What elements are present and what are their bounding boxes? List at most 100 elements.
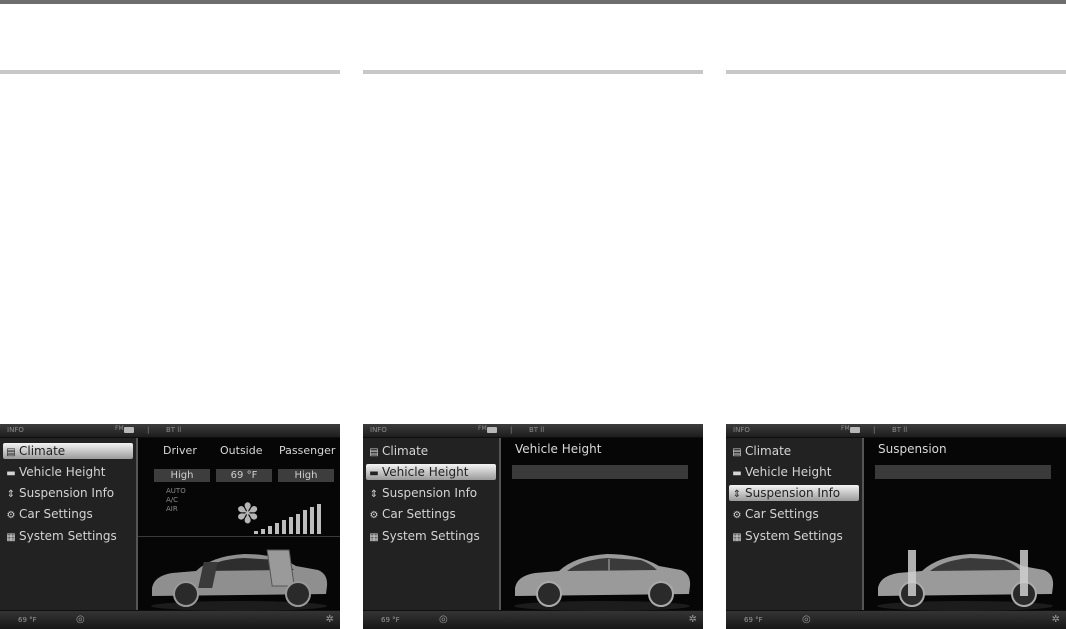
bottom-temp: 69 °F [381, 616, 400, 624]
vehicle-height-panel: Vehicle Height [501, 438, 703, 611]
vehicle-height-screen: INFO FM | BT ll ▤ Climate ▬ Vehicle Height… [363, 424, 703, 629]
status-separator: | [510, 426, 513, 434]
info-label: INFO [370, 426, 387, 434]
auto-indicator: AUTO [166, 487, 186, 495]
fan-speed-bars [254, 504, 326, 534]
bluetooth-label: BT ll [166, 426, 182, 434]
top-divider [0, 0, 1066, 4]
climate-screen: INFO FM | BT ll ▤ Climate ▬ Vehicle Height… [0, 424, 340, 629]
info-label: INFO [7, 426, 24, 434]
column-divider [726, 70, 1066, 74]
menu-item-suspension-info[interactable]: ⇕ Suspension Info [366, 485, 496, 501]
menu-item-label: Vehicle Height [19, 465, 106, 479]
menu-item-label: Suspension Info [745, 486, 841, 500]
menu-item-system-settings[interactable]: ▦ System Settings [366, 528, 496, 544]
status-bar: INFO FM | BT ll [726, 424, 1066, 437]
menu-item-label: Climate [382, 444, 429, 458]
menu-item-vehicle-height[interactable]: ▬ Vehicle Height [729, 464, 859, 480]
menu-item-label: Climate [19, 444, 66, 458]
suspension-panel: Suspension [864, 438, 1066, 611]
status-separator: | [147, 426, 150, 434]
status-bar: INFO FM | BT ll [0, 424, 340, 437]
signal-icon [487, 427, 497, 433]
column-divider [0, 70, 340, 74]
menu-item-suspension-info[interactable]: ⇕ Suspension Info [729, 485, 859, 501]
outside-temp-value: 69 °F [216, 469, 272, 482]
passenger-label: Passenger [279, 444, 336, 457]
fan-bar [275, 523, 279, 534]
menu-item-label: Vehicle Height [382, 465, 469, 479]
car-settings-icon: ⚙ [369, 510, 379, 521]
menu-item-label: System Settings [19, 529, 117, 543]
fan-bar [296, 514, 300, 534]
outside-label: Outside [220, 444, 263, 457]
fan-bar [254, 531, 258, 534]
air-indicator: AIR [166, 505, 178, 513]
fan-bar [303, 510, 307, 534]
fm-label: FM [478, 425, 487, 432]
menu-item-suspension-info[interactable]: ⇕ Suspension Info [3, 485, 133, 501]
climate-panel: Driver Outside Passenger High 69 °F High… [138, 438, 340, 611]
info-menu: ▤ Climate ▬ Vehicle Height ⇕ Suspension Inf… [726, 438, 864, 610]
status-bar: INFO FM | BT ll [363, 424, 703, 437]
vehicle-height-icon: ▬ [369, 468, 379, 479]
bottom-bar: 69 °F ◎ ✲ [0, 611, 340, 629]
passenger-value: High [278, 469, 334, 482]
panel-title: Vehicle Height [515, 442, 602, 456]
bluetooth-label: BT ll [529, 426, 545, 434]
suspension-icon: ⇕ [732, 489, 742, 500]
car-settings-icon: ⚙ [6, 510, 16, 521]
menu-item-label: Suspension Info [19, 486, 115, 500]
fm-label: FM [841, 425, 850, 432]
info-label: INFO [733, 426, 750, 434]
ac-indicator: A/C [166, 496, 179, 504]
system-settings-icon: ▦ [369, 532, 379, 543]
seat-icon[interactable]: ◎ [802, 614, 811, 625]
climate-icon: ▤ [369, 447, 379, 458]
bluetooth-label: BT ll [892, 426, 908, 434]
car-suspension-image [877, 550, 1054, 611]
signal-icon [124, 427, 134, 433]
system-settings-icon: ▦ [732, 532, 742, 543]
menu-item-climate[interactable]: ▤ Climate [729, 443, 859, 459]
column-divider [363, 70, 703, 74]
climate-icon: ▤ [732, 447, 742, 458]
menu-item-vehicle-height[interactable]: ▬ Vehicle Height [3, 464, 133, 480]
menu-item-car-settings[interactable]: ⚙ Car Settings [729, 506, 859, 522]
car-open-doors-image [151, 549, 328, 611]
settings-icon[interactable]: ✲ [326, 614, 334, 625]
menu-item-label: System Settings [382, 529, 480, 543]
menu-item-label: Suspension Info [382, 486, 478, 500]
seat-icon[interactable]: ◎ [76, 614, 85, 625]
driver-label: Driver [163, 444, 197, 457]
menu-item-system-settings[interactable]: ▦ System Settings [729, 528, 859, 544]
menu-item-car-settings[interactable]: ⚙ Car Settings [3, 506, 133, 522]
settings-icon[interactable]: ✲ [1052, 614, 1060, 625]
vehicle-height-icon: ▬ [6, 468, 16, 479]
signal-icon [850, 427, 860, 433]
menu-item-climate[interactable]: ▤ Climate [3, 443, 133, 459]
seat-icon[interactable]: ◎ [439, 614, 448, 625]
suspension-status-bar [875, 465, 1051, 479]
driver-value: High [154, 469, 210, 482]
bottom-bar: 69 °F ◎ ✲ [363, 611, 703, 629]
bottom-bar: 69 °F ◎ ✲ [726, 611, 1066, 629]
menu-item-system-settings[interactable]: ▦ System Settings [3, 528, 133, 544]
menu-item-label: Car Settings [382, 507, 456, 521]
menu-item-label: Car Settings [19, 507, 93, 521]
suspension-icon: ⇕ [6, 489, 16, 500]
menu-item-label: Car Settings [745, 507, 819, 521]
menu-item-vehicle-height[interactable]: ▬ Vehicle Height [366, 464, 496, 480]
info-menu: ▤ Climate ▬ Vehicle Height ⇕ Suspension Inf… [363, 438, 501, 610]
system-settings-icon: ▦ [6, 532, 16, 543]
menu-item-car-settings[interactable]: ⚙ Car Settings [366, 506, 496, 522]
settings-icon[interactable]: ✲ [689, 614, 697, 625]
climate-icon: ▤ [6, 447, 16, 458]
fan-bar [282, 520, 286, 534]
car-side-image [514, 554, 691, 611]
panel-title: Suspension [878, 442, 947, 456]
menu-item-label: Vehicle Height [745, 465, 832, 479]
bottom-temp: 69 °F [744, 616, 763, 624]
menu-item-climate[interactable]: ▤ Climate [366, 443, 496, 459]
fan-bar [289, 517, 293, 534]
